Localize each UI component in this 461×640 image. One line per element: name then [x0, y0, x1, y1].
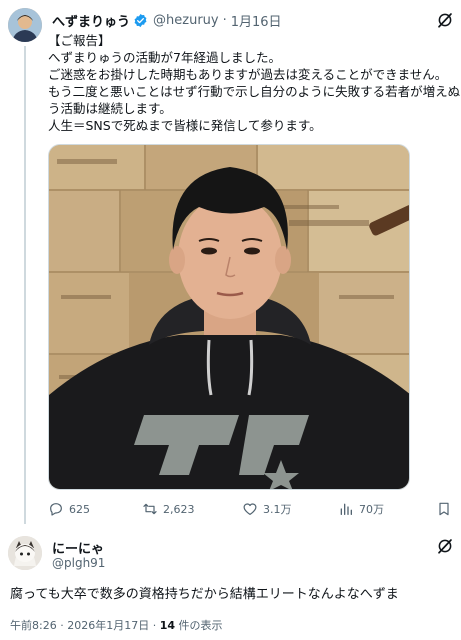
views-button[interactable]: 70万	[338, 498, 384, 520]
reply-count: 625	[69, 502, 90, 516]
retweet-count: 2,623	[163, 502, 195, 516]
grok-icon[interactable]	[436, 537, 454, 555]
reply-views-label: 件の表示	[178, 619, 223, 632]
reply-meta: 午前8:26 · 2026年1月17日 · 14 件の表示	[10, 617, 223, 633]
like-count: 3.1万	[263, 503, 292, 516]
grok-icon[interactable]	[436, 11, 454, 29]
heart-icon	[243, 503, 257, 515]
tweet-header: へずまりゅう @hezuruy · 1月16日	[52, 9, 282, 31]
tweet-line: へずまりゅうの活動が7年経過しました。	[48, 50, 281, 65]
reply-text: 腐っても大卒で数多の資格持ちだから結構エリートなんよなへずま	[10, 587, 399, 602]
author-name[interactable]: へずまりゅう	[52, 11, 130, 30]
bookmark-button[interactable]	[436, 498, 457, 520]
tweet-line: 人生＝SNSで死ぬまで皆様に発信して参ります。	[48, 118, 322, 133]
views-chart-icon	[340, 503, 352, 515]
views-count: 70万	[359, 503, 384, 516]
tweet-line: もう二度と悪いことはせず行動で示し自分のように失敗する若者が増えぬよ	[48, 84, 461, 99]
like-button[interactable]: 3.1万	[242, 498, 292, 520]
separator-dot: ·	[60, 619, 64, 632]
reply-time[interactable]: 午前8:26	[10, 619, 57, 632]
separator-dot: ·	[152, 619, 157, 632]
retweet-icon	[143, 503, 157, 515]
tweet-line: う活動は継続します。	[48, 101, 172, 116]
tweet-date[interactable]: 1月16日	[231, 11, 282, 30]
reply-header: にーにゃ	[52, 536, 104, 558]
verified-badge-icon	[134, 13, 147, 27]
author-avatar[interactable]	[8, 8, 42, 42]
reply-button[interactable]: 625	[48, 498, 90, 520]
author-handle[interactable]: @hezuruy	[153, 13, 219, 28]
tweet-media-photo[interactable]	[48, 144, 410, 490]
thread-line	[24, 46, 26, 524]
bookmark-icon	[439, 502, 449, 516]
tweet-line: 【ご報告】	[48, 33, 111, 48]
tweet-line: ご迷惑をお掛けした時期もありますが過去は変えることができません。	[48, 67, 448, 82]
reply-author-handle[interactable]: @plgh91	[52, 556, 105, 570]
original-tweet[interactable]: へずまりゅう @hezuruy · 1月16日 【ご報告】 へずまりゅうの活動が…	[0, 0, 461, 528]
reply-author-avatar[interactable]	[8, 536, 42, 570]
reply-icon	[50, 503, 62, 516]
tweet-text: 【ご報告】 へずまりゅうの活動が7年経過しました。 ご迷惑をお掛けした時期もあり…	[48, 32, 461, 134]
tweet-actions: 625 2,623 3.1万 70万	[48, 498, 458, 520]
separator-dot: ·	[222, 12, 227, 28]
reply-date[interactable]: 2026年1月17日	[67, 619, 149, 632]
reply-views-count: 14	[159, 619, 176, 632]
retweet-button[interactable]: 2,623	[142, 498, 195, 520]
reply-author-name[interactable]: にーにゃ	[52, 538, 104, 557]
photo-image	[49, 145, 409, 489]
